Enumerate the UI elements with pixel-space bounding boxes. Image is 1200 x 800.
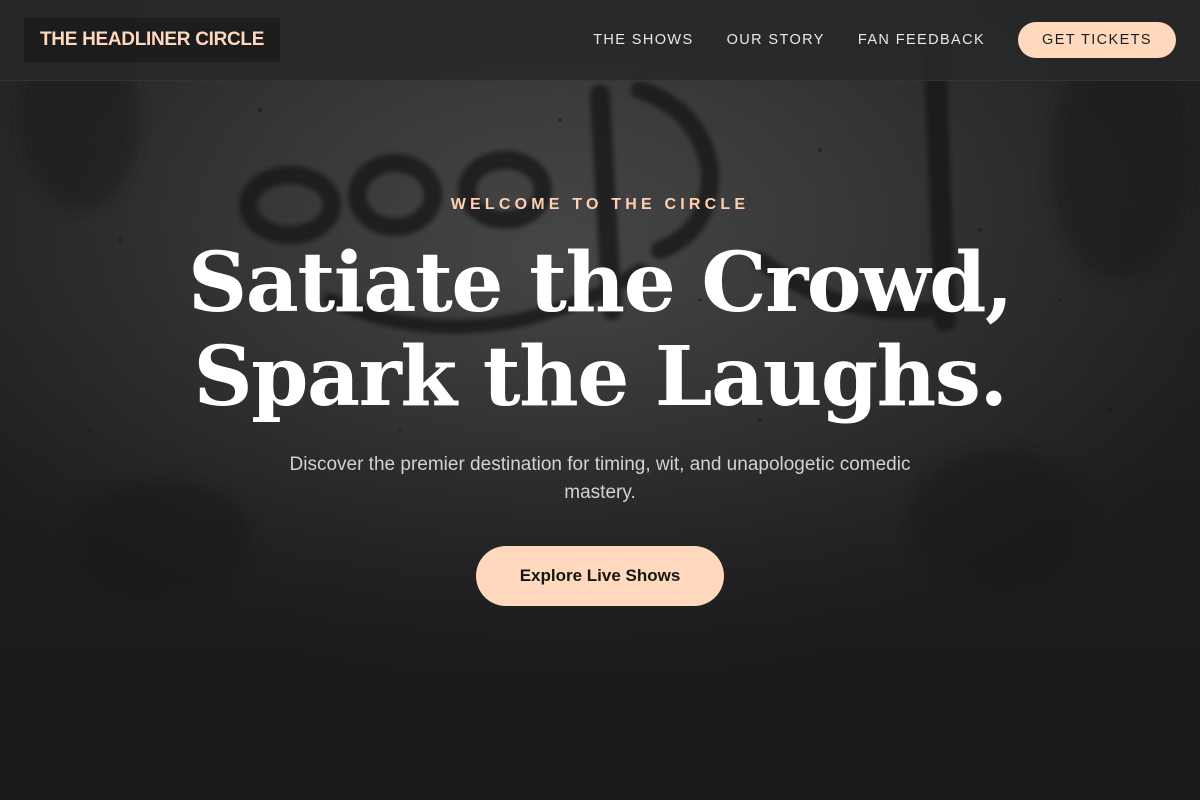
explore-live-shows-button[interactable]: Explore Live Shows bbox=[476, 546, 724, 606]
nav-link-the-shows[interactable]: THE SHOWS bbox=[593, 32, 693, 48]
nav-link-our-story[interactable]: OUR STORY bbox=[727, 32, 825, 48]
hero-headline-line-2: Spark the Laughs. bbox=[193, 329, 1008, 425]
hero-headline: Satiate the Crowd, Spark the Laughs. bbox=[0, 236, 1200, 424]
landing-page: THE HEADLINER CIRCLE THE SHOWS OUR STORY… bbox=[0, 0, 1200, 800]
hero-subtext: Discover the premier destination for tim… bbox=[289, 454, 911, 503]
site-logo[interactable]: THE HEADLINER CIRCLE bbox=[24, 18, 281, 62]
hero-eyebrow: WELCOME TO THE CIRCLE bbox=[450, 196, 750, 213]
hero-headline-line-1: Satiate the Crowd, bbox=[188, 235, 1013, 331]
main-nav: THE SHOWS OUR STORY FAN FEEDBACK GET TIC… bbox=[593, 22, 1176, 58]
hero-section: WELCOME TO THE CIRCLE Satiate the Crowd,… bbox=[0, 80, 1200, 800]
get-tickets-button[interactable]: GET TICKETS bbox=[1018, 22, 1176, 58]
top-navigation-bar: THE HEADLINER CIRCLE THE SHOWS OUR STORY… bbox=[0, 0, 1200, 81]
nav-link-fan-feedback[interactable]: FAN FEEDBACK bbox=[858, 32, 985, 48]
